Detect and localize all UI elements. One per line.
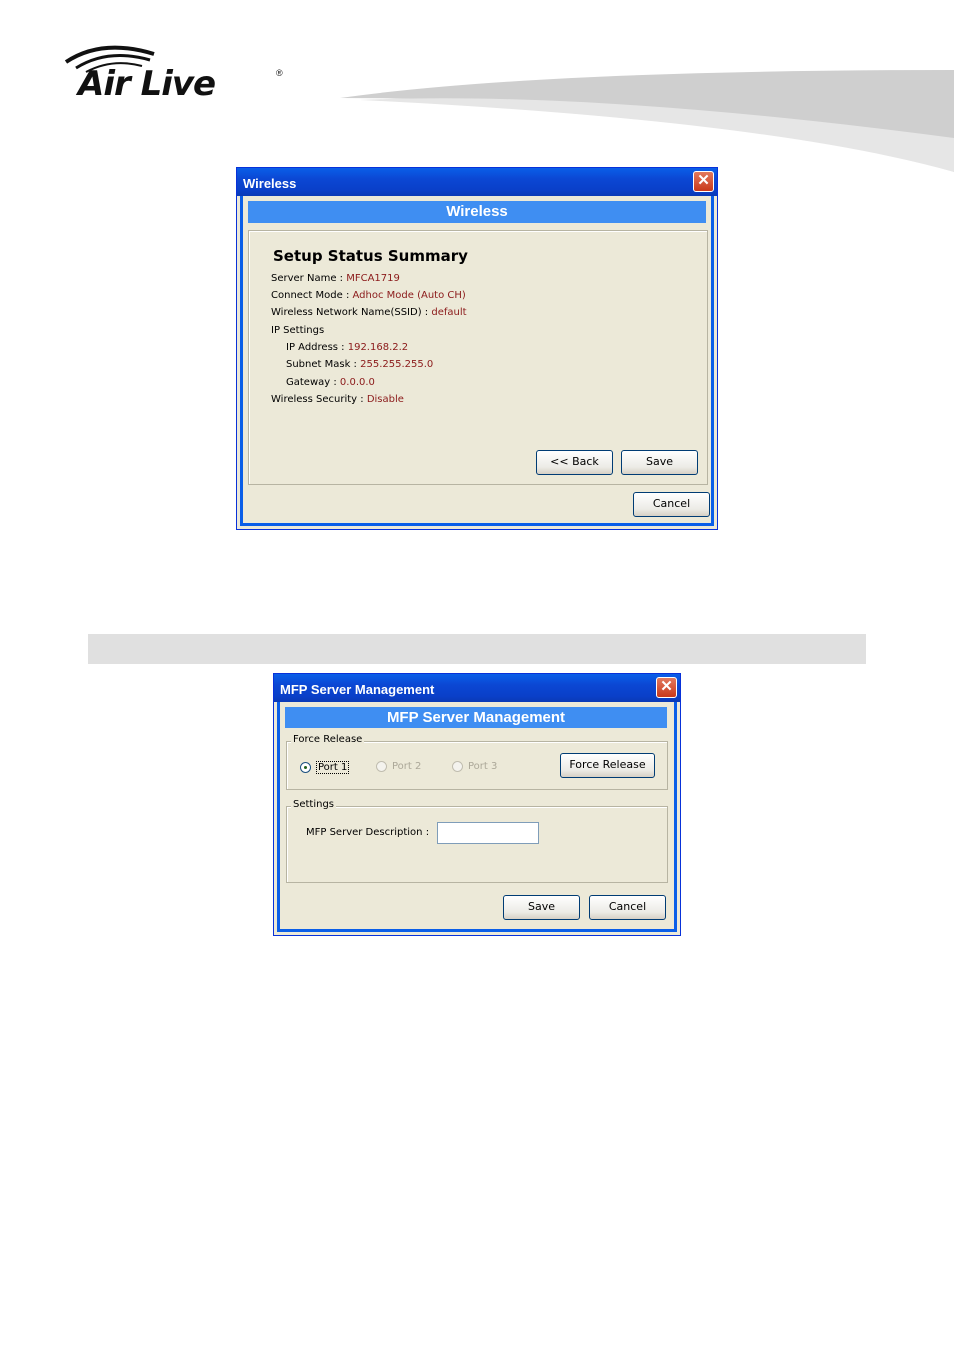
header-wave-decoration (340, 70, 954, 172)
group-legend: Force Release (291, 734, 365, 745)
close-button[interactable]: ✕ (693, 171, 714, 192)
mfp-title-bar[interactable]: MFP Server Management ✕ (274, 674, 680, 702)
field-label: IP Settings (271, 325, 325, 336)
field-label: Wireless Network Name(SSID) : (271, 307, 429, 318)
window-title: MFP Server Management (280, 682, 435, 697)
port2-radio[interactable] (376, 761, 387, 772)
field-label: Connect Mode : (271, 290, 350, 301)
dialog-banner: MFP Server Management (285, 707, 667, 728)
window-title: Wireless (243, 176, 297, 191)
window-frame: MFP Server Management Force Release Port… (277, 702, 677, 932)
port3-radio[interactable] (452, 761, 463, 772)
field-value: 192.168.2.2 (347, 342, 409, 353)
cancel-button[interactable]: Cancel (589, 895, 666, 920)
settings-group: Settings MFP Server Description : (286, 799, 668, 883)
field-label: Server Name : (271, 273, 344, 284)
field-value: Disable (366, 394, 404, 405)
field-label: Gateway : (286, 377, 337, 388)
logo-registered-mark: ® (276, 68, 283, 78)
wireless-security-row: Wireless Security : Disable (271, 394, 404, 405)
back-button[interactable]: << Back (536, 450, 613, 475)
field-value: 255.255.255.0 (360, 359, 434, 370)
description-input[interactable] (437, 822, 539, 844)
logo-text: Air Live (78, 64, 216, 104)
cancel-button[interactable]: Cancel (633, 492, 710, 517)
field-label: Subnet Mask : (286, 359, 357, 370)
port3-label[interactable]: Port 3 (468, 761, 497, 772)
port1-label[interactable]: Port 1 (316, 761, 350, 774)
ssid-row: Wireless Network Name(SSID) : default (271, 307, 467, 318)
port1-radio[interactable] (300, 762, 311, 773)
ip-settings-heading: IP Settings (271, 325, 324, 336)
summary-title: Setup Status Summary (273, 247, 468, 265)
group-legend: Settings (291, 799, 337, 810)
port2-label[interactable]: Port 2 (392, 761, 421, 772)
field-label: Wireless Security : (271, 394, 364, 405)
dialog-banner: Wireless (248, 201, 706, 223)
connect-mode-row: Connect Mode : Adhoc Mode (Auto CH) (271, 290, 466, 301)
save-button[interactable]: Save (621, 450, 698, 475)
wireless-dialog: Wireless ✕ Wireless Setup Status Summary… (236, 167, 718, 530)
field-value: default (431, 307, 467, 318)
field-value: MFCA1719 (346, 273, 400, 284)
field-value: Adhoc Mode (Auto CH) (352, 290, 466, 301)
radio-dot-icon (304, 766, 307, 769)
save-button[interactable]: Save (503, 895, 580, 920)
window-frame: Wireless Setup Status Summary Server Nam… (240, 196, 714, 526)
ip-address-row: IP Address : 192.168.2.2 (286, 342, 408, 353)
force-release-button[interactable]: Force Release (560, 753, 655, 778)
close-button[interactable]: ✕ (656, 677, 677, 698)
field-label: IP Address : (286, 342, 345, 353)
gateway-row: Gateway : 0.0.0.0 (286, 377, 375, 388)
mfp-server-dialog: MFP Server Management ✕ MFP Server Manag… (273, 673, 681, 936)
wireless-title-bar[interactable]: Wireless ✕ (237, 168, 717, 196)
server-name-row: Server Name : MFCA1719 (271, 273, 400, 284)
summary-panel: Setup Status Summary Server Name : MFCA1… (248, 230, 708, 485)
force-release-group: Force Release Port 1 Port 2 Port 3 Force… (286, 734, 668, 790)
airlive-logo: Air Live ® (62, 40, 292, 106)
section-heading-bar (88, 634, 866, 664)
description-label: MFP Server Description : (306, 827, 430, 838)
subnet-mask-row: Subnet Mask : 255.255.255.0 (286, 359, 433, 370)
field-value: 0.0.0.0 (339, 377, 375, 388)
